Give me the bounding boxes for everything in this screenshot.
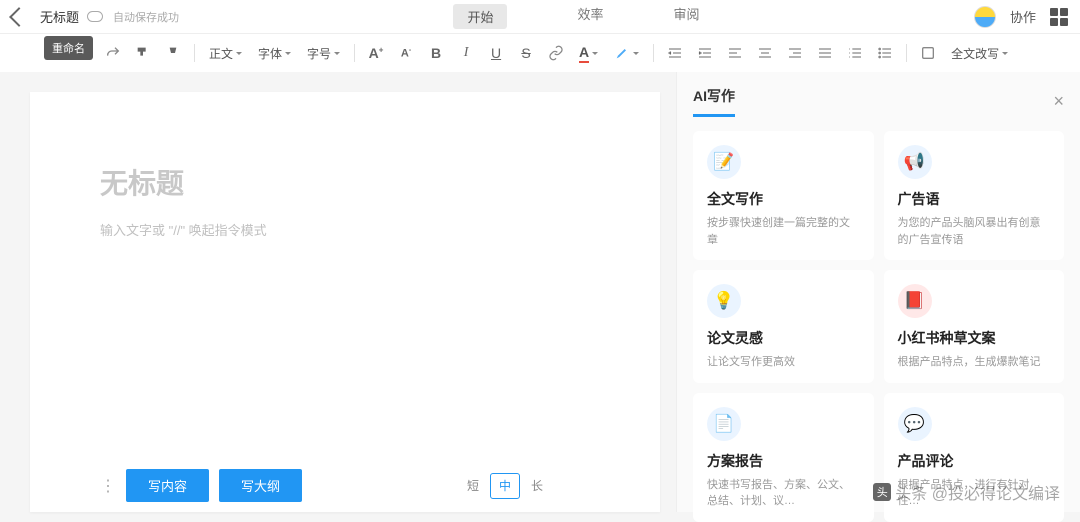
- paragraph-style-select[interactable]: 正文: [203, 40, 248, 66]
- length-short[interactable]: 短: [458, 473, 488, 499]
- card-title: 方案报告: [707, 451, 860, 471]
- document-page[interactable]: 无标题 输入文字或 "//" 唤起指令模式 ⋮ 写内容 写大纲 短 中 长: [30, 92, 660, 512]
- card-desc: 为您的产品头脑风暴出有创意的广告宣传语: [898, 215, 1051, 248]
- write-content-button[interactable]: 写内容: [126, 469, 209, 502]
- bold-icon[interactable]: B: [423, 40, 449, 66]
- ai-card-grid: 📝 全文写作按步骤快速创建一篇完整的文章 📢 广告语为您的产品头脑风暴出有创意的广告宣…: [693, 131, 1064, 522]
- insert-icon[interactable]: [915, 40, 941, 66]
- length-next-icon[interactable]: [555, 466, 595, 506]
- card-desc: 快速书写报告、方案、公文、总结、计划、议…: [707, 477, 860, 510]
- font-color-icon[interactable]: A: [573, 40, 604, 66]
- format-toolbar: 重命名 正文 字体 字号 A+ A- B I U S A 全文改写: [0, 34, 1080, 72]
- card-icon: 📢: [898, 145, 932, 179]
- watermark-icon: 头: [873, 483, 891, 501]
- title-bar: 无标题 自动保存成功 开始 效率 审阅 协作: [0, 0, 1080, 34]
- ai-panel: AI写作 × 📝 全文写作按步骤快速创建一篇完整的文章 📢 广告语为您的产品头脑风暴出…: [676, 72, 1080, 512]
- tab-start[interactable]: 开始: [453, 4, 507, 29]
- card-icon: 💬: [898, 407, 932, 441]
- align-left-icon[interactable]: [722, 40, 748, 66]
- collab-label[interactable]: 协作: [1010, 7, 1036, 26]
- rewrite-dropdown[interactable]: 全文改写: [945, 40, 1014, 66]
- indent-increase-icon[interactable]: [692, 40, 718, 66]
- align-center-icon[interactable]: [752, 40, 778, 66]
- top-tabs: 开始 效率 审阅: [179, 4, 974, 29]
- ai-card-4[interactable]: 📄 方案报告快速书写报告、方案、公文、总结、计划、议…: [693, 393, 874, 522]
- clear-format-icon[interactable]: [160, 40, 186, 66]
- card-title: 小红书种草文案: [898, 328, 1051, 348]
- ai-panel-title: AI写作: [693, 86, 735, 117]
- align-right-icon[interactable]: [782, 40, 808, 66]
- autosave-status: 自动保存成功: [113, 9, 179, 25]
- format-painter-icon[interactable]: [130, 40, 156, 66]
- highlight-icon[interactable]: [608, 40, 645, 66]
- underline-icon[interactable]: U: [483, 40, 509, 66]
- length-segment: 短 中 长: [458, 473, 590, 499]
- close-icon[interactable]: ×: [1053, 91, 1064, 112]
- back-icon[interactable]: [9, 7, 29, 27]
- editor-area: 无标题 输入文字或 "//" 唤起指令模式 ⋮ 写内容 写大纲 短 中 长: [0, 72, 676, 512]
- rename-tooltip: 重命名: [44, 36, 93, 60]
- link-icon[interactable]: [543, 40, 569, 66]
- tab-review[interactable]: 审阅: [674, 4, 700, 29]
- font-size-select[interactable]: 字号: [301, 40, 346, 66]
- card-title: 产品评论: [898, 451, 1051, 471]
- document-name[interactable]: 无标题: [40, 7, 79, 26]
- card-title: 论文灵感: [707, 328, 860, 348]
- card-icon: 💡: [707, 284, 741, 318]
- ai-card-2[interactable]: 💡 论文灵感让论文写作更高效: [693, 270, 874, 383]
- card-title: 全文写作: [707, 189, 860, 209]
- body-placeholder[interactable]: 输入文字或 "//" 唤起指令模式: [100, 220, 590, 239]
- font-decrease-icon[interactable]: A-: [393, 40, 419, 66]
- apps-icon[interactable]: [1050, 8, 1068, 26]
- ai-quick-bar: ⋮ 写内容 写大纲 短 中 长: [100, 459, 590, 512]
- strikethrough-icon[interactable]: S: [513, 40, 539, 66]
- length-long[interactable]: 长: [522, 473, 552, 499]
- align-justify-icon[interactable]: [812, 40, 838, 66]
- font-increase-icon[interactable]: A+: [363, 40, 389, 66]
- title-placeholder[interactable]: 无标题: [100, 162, 590, 202]
- card-icon: 📝: [707, 145, 741, 179]
- unordered-list-icon[interactable]: [872, 40, 898, 66]
- ai-card-0[interactable]: 📝 全文写作按步骤快速创建一篇完整的文章: [693, 131, 874, 260]
- watermark: 头 头条 @投必得论文编译: [873, 480, 1060, 504]
- tab-efficiency[interactable]: 效率: [577, 4, 603, 29]
- card-desc: 按步骤快速创建一篇完整的文章: [707, 215, 860, 248]
- length-medium[interactable]: 中: [490, 473, 520, 499]
- ai-card-3[interactable]: 📕 小红书种草文案根据产品特点，生成爆款笔记: [884, 270, 1065, 383]
- card-icon: 📕: [898, 284, 932, 318]
- cloud-icon[interactable]: [87, 11, 103, 22]
- italic-icon[interactable]: I: [453, 40, 479, 66]
- indent-decrease-icon[interactable]: [662, 40, 688, 66]
- avatar[interactable]: [974, 6, 996, 28]
- card-icon: 📄: [707, 407, 741, 441]
- card-desc: 根据产品特点，生成爆款笔记: [898, 354, 1051, 371]
- write-outline-button[interactable]: 写大纲: [219, 469, 302, 502]
- drag-handle-icon[interactable]: ⋮: [100, 476, 116, 496]
- card-title: 广告语: [898, 189, 1051, 209]
- card-desc: 让论文写作更高效: [707, 354, 860, 371]
- font-family-select[interactable]: 字体: [252, 40, 297, 66]
- ordered-list-icon[interactable]: [842, 40, 868, 66]
- ai-card-1[interactable]: 📢 广告语为您的产品头脑风暴出有创意的广告宣传语: [884, 131, 1065, 260]
- redo-icon[interactable]: [100, 40, 126, 66]
